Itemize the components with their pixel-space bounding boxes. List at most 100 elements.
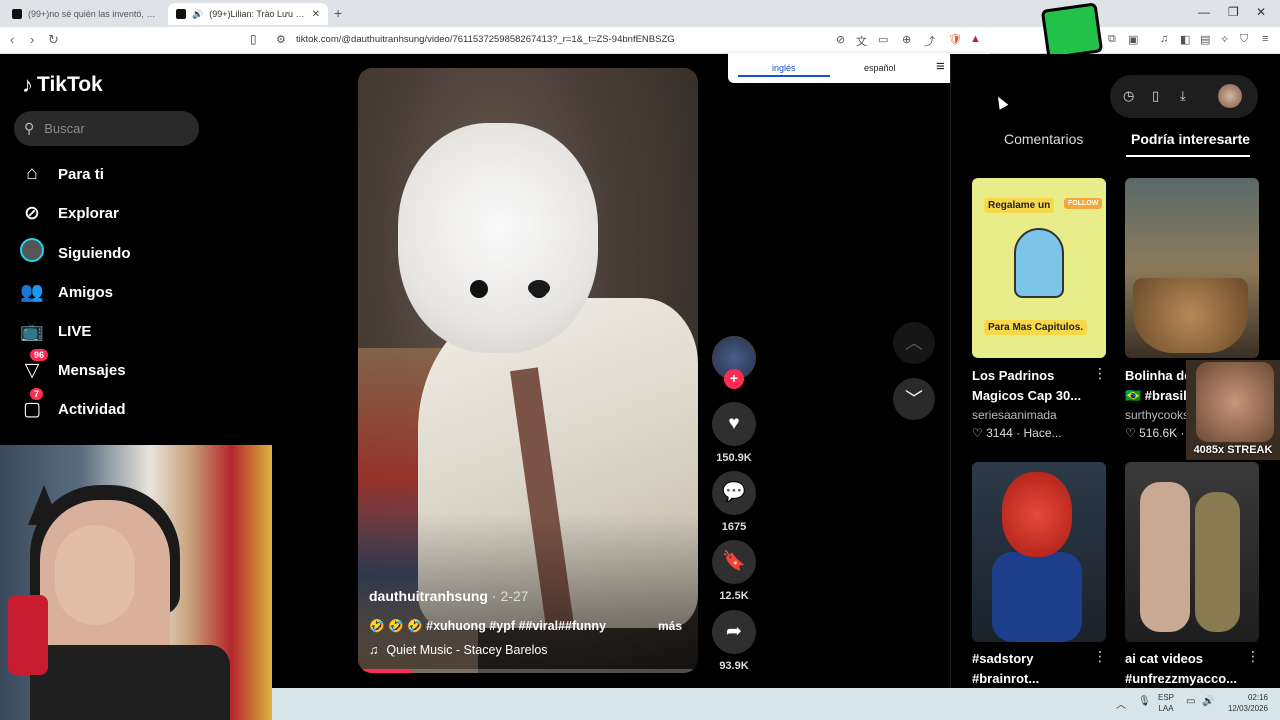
video-progress-bar[interactable] [358, 669, 698, 673]
comment-icon[interactable]: 💬 [712, 471, 756, 515]
zoom-icon[interactable]: ⊕ [902, 33, 911, 46]
download-icon[interactable]: ⤓ [1180, 88, 1186, 104]
author-name[interactable]: dauthuitranhsung [369, 588, 488, 604]
translate-icon[interactable]: 文 [856, 33, 867, 49]
rewards-icon[interactable]: ▲ [970, 33, 981, 45]
video-author[interactable]: dauthuitranhsung · 2-27 [369, 588, 528, 604]
sidebar-item-actividad[interactable]: ▢ 7 Actividad [20, 387, 126, 424]
logo-text: TikTok [37, 73, 103, 96]
card-time: · [1180, 426, 1185, 440]
video-thumbnail[interactable] [972, 462, 1106, 642]
restore-icon[interactable]: ❐ [1228, 5, 1239, 19]
dog-nose [528, 280, 550, 296]
more-options-icon[interactable]: ⋮ [1093, 648, 1107, 665]
follow-plus-icon[interactable]: + [724, 369, 744, 389]
bookmark-icon[interactable]: 🔖 [712, 540, 756, 584]
tray-chevron-icon[interactable]: ︿ [1116, 696, 1126, 711]
forward-icon[interactable]: › [30, 32, 34, 47]
media-icon[interactable]: ♫ [1160, 33, 1168, 45]
speaker-icon: 🔊 [192, 8, 204, 19]
volume-icon[interactable]: 🔊 [1202, 696, 1214, 707]
comment-action[interactable]: 💬 1675 [712, 471, 756, 533]
sidebar-item-mensajes[interactable]: ▽ 96 Mensajes [20, 348, 126, 385]
active-tab-indicator [1126, 155, 1250, 157]
sidebar-item-para-ti[interactable]: ⌂ Para ti [20, 159, 104, 189]
tiktok-logo[interactable]: ♪ TikTok [22, 72, 103, 98]
share-action[interactable]: ➦ 93.9K [712, 610, 756, 672]
card-title[interactable]: #sadstory #brainrot... [972, 649, 1090, 689]
tab-podria-interesarte[interactable]: Podría interesarte [1131, 131, 1250, 147]
url-field[interactable]: tiktok.com/@dauthuitranhsung/video/76115… [296, 34, 675, 45]
vpn-icon[interactable]: ⛉ [1240, 33, 1248, 46]
next-video-button[interactable]: ﹀ [893, 378, 935, 420]
tab-comentarios[interactable]: Comentarios [1004, 131, 1083, 147]
more-button[interactable]: más [658, 619, 682, 633]
no-cast-icon[interactable]: ⊘ [836, 33, 845, 46]
reload-icon[interactable]: ↻ [48, 32, 59, 48]
video-thumbnail[interactable] [1125, 178, 1259, 358]
music-note-icon: ♫ [369, 643, 379, 657]
browser-tab-1[interactable]: (99+)no sé quién las inventó, pero G [4, 3, 164, 25]
like-action[interactable]: ♥ 150.9K [712, 402, 756, 464]
sidebar-item-amigos[interactable]: 👥 Amigos [20, 277, 113, 307]
cooking-pot [1133, 278, 1248, 353]
card-subtitle[interactable]: 🇧🇷 #brasil [1125, 386, 1195, 406]
wallet-icon[interactable]: ▣ [1128, 33, 1138, 46]
speed-icon[interactable]: ◷ [1123, 88, 1134, 104]
close-tab-icon[interactable]: ✕ [312, 9, 320, 20]
card-title[interactable]: ai cat videos #unfrezzmyacco... [1125, 649, 1245, 689]
share-arrow-icon[interactable]: ➦ [712, 610, 756, 654]
sidebar-item-live[interactable]: 📺 LIVE [20, 316, 91, 346]
wallet-2-icon[interactable]: ▤ [1200, 33, 1210, 46]
share-icon[interactable]: ⤴ [924, 33, 935, 49]
language-indicator[interactable]: ESP LAA [1158, 692, 1174, 714]
card-title[interactable]: Los Padrinos Magicos Cap 30... [972, 366, 1090, 406]
translate-menu-icon[interactable]: ≡ [936, 58, 945, 75]
browser-tab-2[interactable]: 🔊 (99+)Lilian: Trào Lưu Hài Hước ✕ [168, 3, 328, 25]
sidebar-item-explorar[interactable]: ⊘ Explorar [20, 198, 119, 228]
sidebar-item-label: Actividad [58, 400, 126, 418]
source-language-tab[interactable]: inglés [772, 63, 796, 73]
new-tab-icon[interactable]: + [334, 5, 342, 21]
card-title[interactable]: Bolinha de [1125, 366, 1195, 386]
mobile-icon[interactable]: ▯ [1152, 88, 1159, 104]
tab-title: (99+)Lilian: Trào Lưu Hài Hước [209, 9, 305, 19]
streak-overlay: 4085x STREAK [1186, 360, 1280, 460]
profile-avatar[interactable] [1218, 84, 1242, 108]
sidebar-item-siguiendo[interactable]: Siguiendo [20, 238, 131, 268]
leo-ai-icon[interactable]: ✧ [1220, 33, 1229, 46]
screen-icon[interactable]: ▭ [878, 33, 888, 46]
target-language-tab[interactable]: español [864, 63, 896, 73]
tab-title: (99+)no sé quién las inventó, pero G [28, 9, 156, 19]
network-icon[interactable]: ▭ [1186, 696, 1195, 707]
site-info-icon[interactable]: ⚙ [276, 33, 286, 46]
menu-icon[interactable]: ≡ [1262, 33, 1268, 45]
clock[interactable]: 02:16 12/03/2026 [1226, 692, 1268, 714]
previous-video-button[interactable]: ︿ [893, 322, 935, 364]
heart-outline-icon: ♡ [972, 426, 983, 440]
extensions-icon[interactable]: ⧉ [1108, 33, 1116, 46]
back-icon[interactable]: ‹ [10, 32, 14, 47]
video-player[interactable]: dauthuitranhsung · 2-27 🤣 🤣 🤣 #xuhuong #… [358, 68, 698, 673]
more-options-icon[interactable]: ⋮ [1093, 365, 1107, 382]
like-count: 150.9K [716, 452, 752, 464]
messages-icon: ▽ 96 [20, 348, 49, 382]
microphone-tray-icon[interactable]: 🎙 [1138, 696, 1151, 707]
minimize-icon[interactable]: — [1198, 5, 1210, 19]
messages-badge: 96 [30, 348, 49, 361]
search-input[interactable]: ⚲ Buscar [14, 111, 199, 146]
brave-shield-icon[interactable]: 🛡 [948, 33, 962, 46]
card-author[interactable]: surthycooks [1125, 408, 1187, 422]
music-title[interactable]: Quiet Music - Stacey Barelos [386, 643, 547, 657]
sidebar-toggle-icon[interactable]: ◧ [1180, 33, 1190, 46]
bookmark-icon[interactable]: ▯ [250, 32, 257, 46]
heart-icon[interactable]: ♥ [712, 402, 756, 446]
video-music[interactable]: ♫ Quiet Music - Stacey Barelos [369, 643, 548, 657]
video-thumbnail[interactable]: Regalame un FOLLOW Para Mas Capitulos. [972, 178, 1106, 358]
close-window-icon[interactable]: ✕ [1256, 5, 1266, 19]
more-options-icon[interactable]: ⋮ [1246, 648, 1260, 665]
video-thumbnail[interactable] [1125, 462, 1259, 642]
card-author[interactable]: seriesaanimada [972, 408, 1057, 422]
save-action[interactable]: 🔖 12.5K [712, 540, 756, 602]
video-caption[interactable]: 🤣 🤣 🤣 #xuhuong #ypf ##viral##funny [369, 619, 606, 634]
